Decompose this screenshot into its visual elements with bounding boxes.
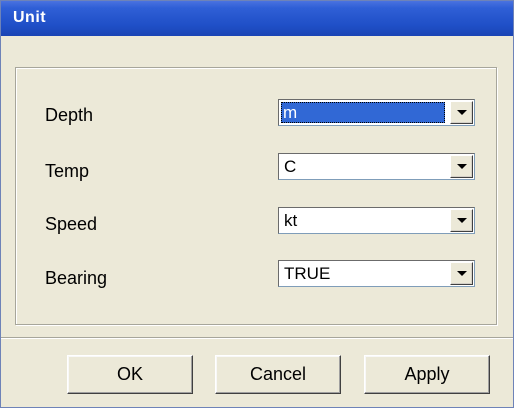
cancel-button[interactable]: Cancel	[215, 355, 341, 394]
depth-label: Depth	[45, 105, 94, 125]
bearing-label: Bearing	[45, 268, 108, 288]
unit-dialog: Unit Depth m Temp C Speed kt Bearing TRU…	[0, 0, 514, 408]
depth-select[interactable]: m	[278, 99, 475, 126]
speed-select[interactable]: kt	[278, 207, 475, 234]
chevron-down-icon[interactable]	[450, 101, 473, 124]
chevron-down-icon[interactable]	[450, 209, 473, 232]
bearing-select[interactable]: TRUE	[278, 260, 475, 287]
temp-select-value: C	[284, 157, 297, 176]
title-bar[interactable]: Unit	[1, 1, 513, 36]
chevron-down-icon[interactable]	[450, 262, 473, 285]
depth-select-value: m	[281, 102, 445, 123]
apply-button[interactable]: Apply	[364, 355, 490, 394]
temp-label: Temp	[45, 161, 90, 181]
ok-button[interactable]: OK	[67, 355, 193, 394]
speed-label: Speed	[45, 214, 98, 234]
window-title: Unit	[13, 9, 47, 26]
bearing-select-value: TRUE	[284, 264, 331, 283]
speed-select-value: kt	[284, 211, 298, 230]
temp-select[interactable]: C	[278, 153, 475, 180]
chevron-down-icon[interactable]	[450, 155, 473, 178]
button-separator	[1, 337, 513, 339]
